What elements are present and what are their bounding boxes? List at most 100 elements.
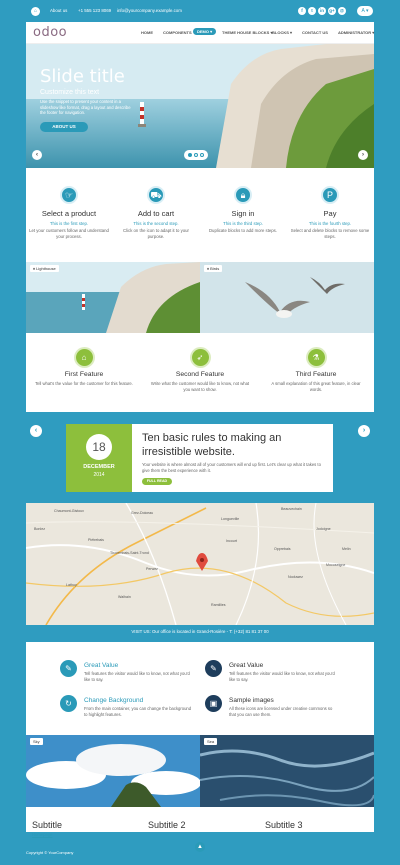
nav-contact-us[interactable]: CONTACT US [302, 30, 328, 35]
step-desc: Click on the icon to adapt it to your pu… [123, 228, 189, 239]
hero-slider: Slide title Customize this text Use the … [26, 44, 374, 168]
feature2-title: Change Background [84, 697, 144, 704]
scroll-top-button[interactable]: ▲ [195, 842, 205, 852]
feature-first: ⌂ First Feature Tell what's the value fo… [34, 349, 134, 387]
lighthouse-image-band: ♦ Lighthouse [26, 262, 200, 333]
sea-tag[interactable]: Sea [204, 738, 218, 745]
feature-title: Third Feature [295, 371, 337, 378]
cart-icon: ⛟ [147, 186, 165, 204]
date-day: 18 [86, 434, 112, 460]
feature-third: ⚗ Third Feature A small explanation of t… [266, 349, 366, 393]
map-label: Perwez [146, 567, 158, 571]
step-title: Sign in [231, 209, 255, 218]
map-label: Beauvechain [281, 507, 302, 511]
about-link[interactable]: About us [50, 8, 67, 13]
nav-home[interactable]: HOME [141, 30, 153, 35]
step-pay: P Pay This is the fourth step. Select an… [290, 186, 370, 240]
image-icon: ▣ [205, 695, 222, 712]
step-desc: Select and delete blocks to remove some … [290, 228, 370, 239]
pointer-icon: ☞ [60, 186, 78, 204]
feature-title: Second Feature [175, 371, 225, 378]
step-add-to-cart: ⛟ Add to cart This is the second step. C… [116, 186, 196, 240]
email-icon[interactable]: @ [338, 7, 346, 15]
lighthouse-tag[interactable]: ♦ Lighthouse [30, 265, 59, 272]
map[interactable]: Chaumont-Gistoux Grez-Doiceau Longuevill… [26, 503, 374, 625]
birds-image [200, 262, 374, 333]
hero-subtitle: Customize this text [40, 89, 100, 96]
feature2-title: Great Value [84, 662, 119, 669]
nav-blocks[interactable]: BLOCKS ▾ [272, 30, 292, 35]
sea-image [200, 735, 374, 807]
nav-administrator[interactable]: ADMINISTRATOR ▾ [338, 30, 374, 35]
linkedin-icon[interactable]: in [318, 7, 326, 15]
nav-theme-house-blocks[interactable]: THEME HOUSE BLOCKS ▾ [222, 30, 272, 35]
nav-demo[interactable]: DEMO ▾ [193, 28, 217, 35]
news-body: Your website is where almost all of your… [142, 462, 321, 473]
sea-image-band: Sea [200, 735, 374, 807]
email-text[interactable]: info@yourcompany.example.com [117, 8, 182, 13]
step-sign-in: 🔒︎ Sign in This is the third step. Dupli… [203, 186, 283, 234]
slider-next-arrow[interactable]: › [358, 150, 368, 160]
news-next-arrow[interactable]: › [358, 425, 370, 437]
step-title: Select a product [41, 209, 97, 218]
building-icon: ⌂ [75, 349, 93, 366]
map-label: Grez-Doiceau [131, 511, 154, 515]
pen-icon: ✎ [60, 660, 77, 677]
rocket-icon: ➶ [191, 349, 209, 366]
lighthouse-image [26, 262, 200, 333]
full-read-button[interactable]: FULL READ [142, 478, 172, 485]
map-label: Melin [342, 547, 351, 551]
sky-image-band: Sky [26, 735, 200, 807]
sky-tag[interactable]: Sky [30, 738, 43, 745]
feature2-desc: All these icons are licensed under creat… [229, 706, 333, 717]
top-bar: ⌂ About us +1 555 123 8069 info@yourcomp… [0, 0, 400, 22]
sky-image [26, 735, 200, 807]
subtitle-1: Subtitle [32, 820, 63, 830]
subtitle-2: Subtitle 2 [148, 820, 186, 830]
feature-desc: Tell what's the value for the customer f… [35, 381, 133, 386]
logo[interactable]: odoo [33, 25, 67, 40]
step-hint: This is the first step. [49, 221, 89, 226]
feature-desc: Write what the customer would like to kn… [150, 381, 250, 392]
feature2-desc: Tell features the visitor would like to … [84, 671, 190, 682]
map-label: Incourt [226, 539, 237, 543]
step-title: Pay [323, 209, 337, 218]
home-icon[interactable]: ⌂ [31, 7, 40, 16]
phone-text: +1 555 123 8069 [78, 8, 112, 13]
slider-prev-arrow[interactable]: ‹ [32, 150, 42, 160]
feature2-title: Great Value [229, 662, 264, 669]
birds-tag[interactable]: ♦ Birds [204, 265, 223, 272]
user-menu-button[interactable]: A ▾ [357, 6, 373, 16]
visit-us-text: VISIT US: Our office is located in Grand… [131, 629, 269, 634]
facebook-icon[interactable]: f [298, 7, 306, 15]
homepage-link[interactable]: Homepage [32, 832, 53, 837]
feature-second: ➶ Second Feature Write what the customer… [150, 349, 250, 393]
subtitle-3: Subtitle 3 [265, 820, 303, 830]
flask-icon: ⚗ [307, 349, 325, 366]
step-desc: Let your customers follow and understand… [29, 228, 109, 239]
pen-icon: ✎ [205, 660, 222, 677]
refresh-icon: ↻ [60, 695, 77, 712]
nav-components[interactable]: COMPONENTS [163, 30, 192, 35]
map-label: Chaumont-Gistoux [54, 509, 84, 513]
date-box: 18 DECEMBER 2014 [66, 424, 132, 492]
birds-image-band: ♦ Birds [200, 262, 374, 333]
feature2-desc: From the main container, you can change … [84, 706, 192, 717]
twitter-icon[interactable]: t [308, 7, 316, 15]
map-label: Noduwez [288, 575, 303, 579]
feature2-title: Sample images [229, 697, 274, 704]
map-roads [26, 503, 374, 625]
map-label: Walhain [118, 595, 131, 599]
slider-indicators[interactable] [184, 150, 208, 160]
map-label: Piétrebais [88, 538, 104, 542]
hero-body: Use the snippet to present your content … [40, 99, 131, 116]
google-plus-icon[interactable]: g+ [328, 7, 336, 15]
map-label: Mocoseigne [326, 563, 346, 567]
footer-copyright: Copyright © YourCompany [26, 850, 74, 855]
date-year: 2014 [93, 472, 105, 478]
map-label: Thorembais-Saint-Trond [110, 551, 149, 555]
step-desc: Duplicate blocks to add more steps. [208, 228, 278, 233]
step-title: Add to cart [137, 209, 175, 218]
news-prev-arrow[interactable]: ‹ [30, 425, 42, 437]
about-us-button[interactable]: ABOUT US [40, 122, 88, 132]
